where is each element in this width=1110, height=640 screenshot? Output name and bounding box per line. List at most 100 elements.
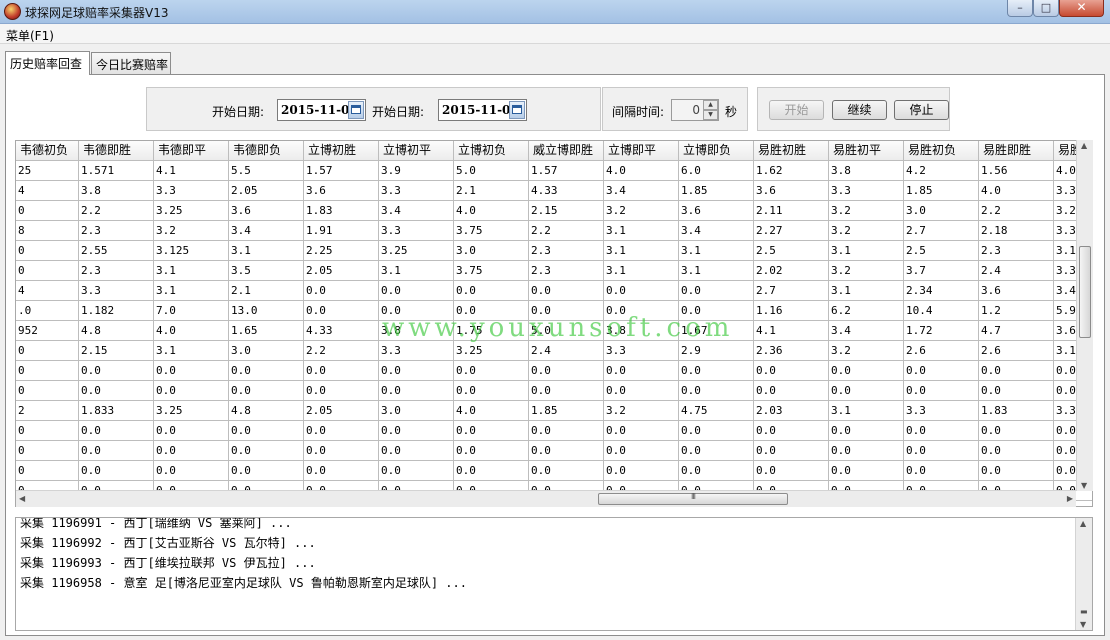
start-button[interactable]: 开始: [769, 100, 824, 120]
column-header[interactable]: 立博即平: [604, 141, 679, 161]
table-row[interactable]: .0 1.182 7.0 13.0 0.0 0.0 0.0 0.0 0.0 0.0 1.16 6.2 1…: [16, 301, 1092, 321]
table-cell: 2.3: [79, 221, 154, 241]
close-icon: ✕: [1076, 0, 1087, 14]
table-row[interactable]: 0 2.15 3.1 3.0 2.2 3.3 3.25 2.4 3.3 2.9 2.36 3.2 2.6…: [16, 341, 1092, 361]
table-cell: 3.0: [379, 401, 454, 421]
scroll-up-icon[interactable]: ▲: [1080, 519, 1086, 528]
table-cell: 0.0: [754, 461, 829, 481]
table-cell: 2.3: [79, 261, 154, 281]
table-cell: 0.0: [604, 301, 679, 321]
table-row[interactable]: 952 4.8 4.0 1.65 4.33 3.8 1.75 5.0 3.8 1.67 4.1 3.4…: [16, 321, 1092, 341]
table-cell: 0.0: [829, 441, 904, 461]
table-cell: 6.0: [679, 161, 754, 181]
table-cell: 0.0: [904, 361, 979, 381]
table-horizontal-scrollbar[interactable]: ◀ ▶: [16, 490, 1076, 507]
column-header[interactable]: 韦德初负: [16, 141, 79, 161]
maximize-button[interactable]: □: [1033, 0, 1059, 17]
column-header[interactable]: 立博即负: [679, 141, 754, 161]
table-cell: 1.62: [754, 161, 829, 181]
column-header[interactable]: 易胜初平: [829, 141, 904, 161]
table-cell: 4.33: [304, 321, 379, 341]
start-date-picker[interactable]: 2015-11-08: [277, 99, 366, 121]
title-bar[interactable]: 球探网足球赔率采集器V13 – □ ✕: [0, 0, 1110, 24]
start-date-value: 2015-11-08: [281, 103, 358, 117]
table-cell: 1.83: [979, 401, 1054, 421]
scroll-down-icon[interactable]: ▼: [1081, 481, 1087, 490]
calendar-icon[interactable]: [509, 101, 525, 119]
table-row[interactable]: 2 1.833 3.25 4.8 2.05 3.0 4.0 1.85 3.2 4.75 2.03 3.…: [16, 401, 1092, 421]
column-header[interactable]: 立博初负: [454, 141, 529, 161]
column-header[interactable]: 威立博即胜: [529, 141, 604, 161]
stepper-down-icon[interactable]: ▼: [703, 110, 718, 120]
table-row[interactable]: 00.00.00.00.00.00.00.00.00.00.00.00.00.0…: [16, 421, 1092, 441]
scroll-down-icon[interactable]: ▼: [1080, 620, 1086, 629]
table-cell: 1.571: [79, 161, 154, 181]
end-date-picker[interactable]: 2015-11-09: [438, 99, 527, 121]
table-row[interactable]: 25 1.571 4.1 5.5 1.57 3.9 5.0 1.57 4.0 6.0 1.62 3.8…: [16, 161, 1092, 181]
log-panel[interactable]: 采集 1196991 - 西丁[瑞维纳 VS 塞莱阿] ... 采集 119699…: [15, 517, 1093, 631]
table-row[interactable]: 00.00.00.00.00.00.00.00.00.00.00.00.00.0…: [16, 441, 1092, 461]
table-cell: 0.0: [829, 461, 904, 481]
table-cell: 0.0: [454, 421, 529, 441]
table-row[interactable]: 00.00.00.00.00.00.00.00.00.00.00.00.00.0…: [16, 361, 1092, 381]
table-row[interactable]: 0 2.3 3.1 3.5 2.05 3.1 3.75 2.3 3.1 3.1 2.02 3.2 3.7…: [16, 261, 1092, 281]
scroll-thumb-grip[interactable]: ▬: [1080, 607, 1088, 616]
table-cell: 2.02: [754, 261, 829, 281]
table-cell: 0.0: [454, 441, 529, 461]
column-header[interactable]: 立博初胜: [304, 141, 379, 161]
tab-history-odds[interactable]: 历史赔率回查: [5, 51, 90, 75]
odds-table[interactable]: 韦德初负 韦德即胜 韦德即平 韦德即负 立博初胜 立博初平 立博初负 威立博即胜 立博即平 立博即…: [15, 140, 1093, 507]
table-cell: 0.0: [904, 421, 979, 441]
table-cell: 2.2: [79, 201, 154, 221]
scroll-right-icon[interactable]: ▶: [1067, 494, 1073, 503]
table-cell: 3.7: [904, 261, 979, 281]
column-header[interactable]: 易胜初胜: [754, 141, 829, 161]
menu-main[interactable]: 菜单(F1): [6, 27, 54, 44]
table-row[interactable]: 8 2.3 3.2 3.4 1.91 3.3 3.75 2.2 3.1 3.4 2.27 3.2 2.7…: [16, 221, 1092, 241]
table-horizontal-scroll-thumb[interactable]: [598, 492, 788, 505]
table-row[interactable]: 4 3.3 3.1 2.1 0.0 0.0 0.0 0.0 0.0 0.0 2.7 3.1 2.34 3.…: [16, 281, 1092, 301]
table-cell: 0.0: [904, 461, 979, 481]
table-cell: .0: [16, 301, 79, 321]
table-cell: 0.0: [679, 461, 754, 481]
table-cell: 3.25: [154, 201, 229, 221]
table-cell: 3.75: [454, 261, 529, 281]
table-cell: 3.1: [229, 241, 304, 261]
tab-today-odds[interactable]: 今日比赛赔率: [91, 52, 171, 74]
column-header[interactable]: 易胜即胜: [979, 141, 1054, 161]
table-cell: 2.6: [904, 341, 979, 361]
table-cell: 1.83: [304, 201, 379, 221]
calendar-icon[interactable]: [348, 101, 364, 119]
table-cell: 0: [16, 461, 79, 481]
table-cell: 0.0: [379, 301, 454, 321]
log-vertical-scrollbar[interactable]: ▲ ▬ ▼: [1075, 518, 1092, 630]
table-vertical-scrollbar[interactable]: ▲ ▼: [1076, 140, 1093, 491]
table-vertical-scroll-thumb[interactable]: [1079, 246, 1091, 338]
table-cell: 2.1: [454, 181, 529, 201]
table-cell: 3.1: [379, 261, 454, 281]
start-date-label: 开始日期:: [212, 105, 265, 119]
table-cell: 3.8: [379, 321, 454, 341]
column-header[interactable]: 立博初平: [379, 141, 454, 161]
table-cell: 2.36: [754, 341, 829, 361]
column-header[interactable]: 易胜初负: [904, 141, 979, 161]
scroll-left-icon[interactable]: ◀: [19, 494, 25, 503]
minimize-button[interactable]: –: [1007, 0, 1033, 17]
continue-button[interactable]: 继续: [832, 100, 887, 120]
table-cell: 0.0: [154, 361, 229, 381]
stop-button[interactable]: 停止: [894, 100, 949, 120]
table-row[interactable]: 00.00.00.00.00.00.00.00.00.00.00.00.00.0…: [16, 461, 1092, 481]
interval-stepper[interactable]: 0 ▲ ▼: [671, 99, 719, 121]
table-row[interactable]: 00.00.00.00.00.00.00.00.00.00.00.00.00.0…: [16, 381, 1092, 401]
column-header[interactable]: 韦德即负: [229, 141, 304, 161]
table-cell: 0.0: [679, 441, 754, 461]
column-header[interactable]: 韦德即平: [154, 141, 229, 161]
table-row[interactable]: 0 2.55 3.125 3.1 2.25 3.25 3.0 2.3 3.1 3.1 2.5 3.1 2…: [16, 241, 1092, 261]
table-cell: 0.0: [679, 421, 754, 441]
stepper-up-icon[interactable]: ▲: [703, 100, 718, 110]
scroll-up-icon[interactable]: ▲: [1081, 141, 1087, 150]
column-header[interactable]: 韦德即胜: [79, 141, 154, 161]
close-button[interactable]: ✕: [1059, 0, 1104, 17]
table-row[interactable]: 0 2.2 3.25 3.6 1.83 3.4 4.0 2.15 3.2 3.6 2.11 3.2 3.…: [16, 201, 1092, 221]
table-row[interactable]: 4 3.8 3.3 2.05 3.6 3.3 2.1 4.33 3.4 1.85 3.6 3.3 1.8…: [16, 181, 1092, 201]
